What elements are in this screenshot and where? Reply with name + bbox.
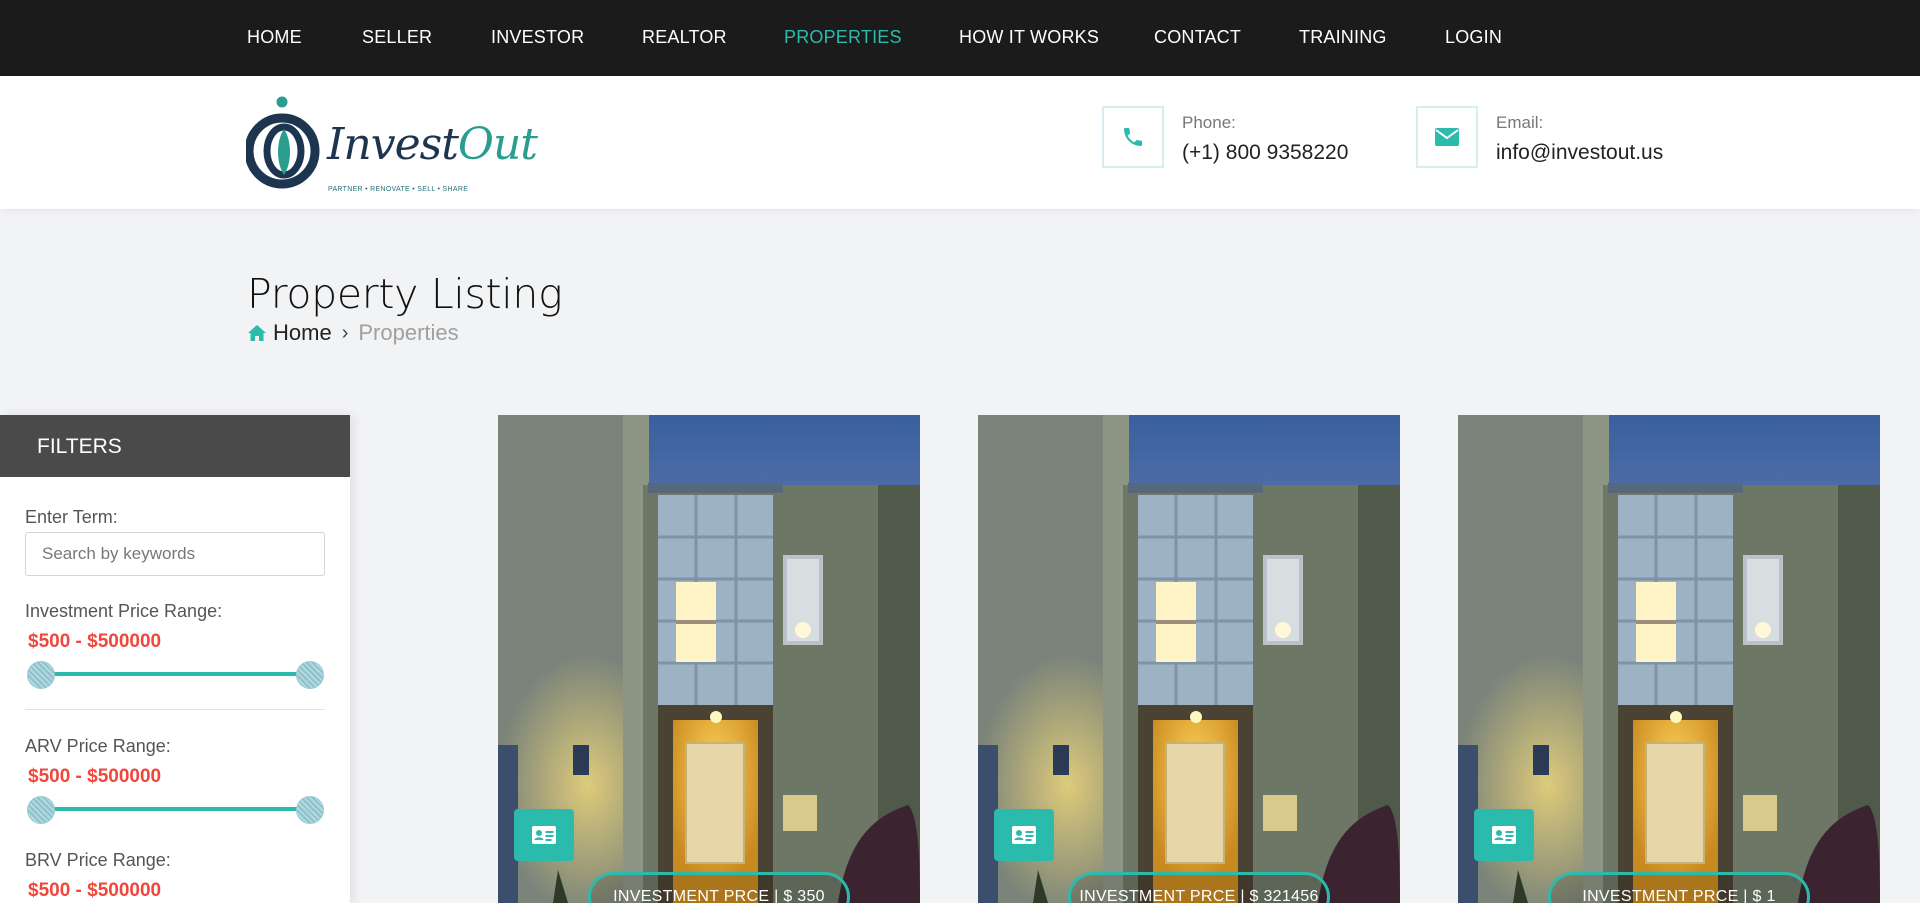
phone-icon [1124,128,1142,146]
investment-price-badge: INVESTMENT PRCE | $ 321456 [1068,872,1330,903]
search-input[interactable] [25,532,325,576]
site-header: InvestOut PARTNER • RENOVATE • SELL • SH… [0,76,1920,209]
property-card[interactable]: INVESTMENT PRCE | $ 350 [498,415,920,903]
brv-range-value: $500 - $500000 [28,880,162,901]
property-card[interactable]: INVESTMENT PRCE | $ 321456 [978,415,1400,903]
nav-contact[interactable]: CONTACT [1154,27,1241,48]
nav-realtor[interactable]: REALTOR [642,27,727,48]
filters-panel: FILTERS Enter Term: Investment Price Ran… [0,415,350,903]
investment-price-badge: INVESTMENT PRCE | $ 350 [588,872,850,903]
slider-track [41,807,310,811]
arv-range-value: $500 - $500000 [28,766,162,787]
slider-max-handle[interactable] [296,661,324,689]
nav-how-it-works[interactable]: HOW IT WORKS [959,27,1099,48]
slider-max-handle[interactable] [296,796,324,824]
brv-range-label: BRV Price Range: [25,850,171,870]
breadcrumb: Home › Properties [247,320,459,346]
term-label: Enter Term: [25,507,118,527]
slider-track [41,672,310,676]
email-address[interactable]: info@investout.us [1496,141,1663,165]
id-card-icon[interactable] [1474,809,1534,861]
page-title: Property Listing [247,270,563,318]
logo-mark-icon [246,96,320,189]
email-label: Email: [1496,113,1544,132]
breadcrumb-home[interactable]: Home [273,320,332,346]
slider-min-handle[interactable] [27,661,55,689]
nav-investor[interactable]: INVESTOR [491,27,584,48]
logo-tagline: PARTNER • RENOVATE • SELL • SHARE [328,186,469,193]
nav-properties[interactable]: PROPERTIES [784,27,902,48]
logo-wordmark: InvestOut [327,119,538,170]
filter-divider [25,709,325,710]
arv-range-label: ARV Price Range: [25,736,171,756]
investment-range-label: Investment Price Range: [25,601,223,621]
phone-label: Phone: [1182,113,1236,132]
slider-min-handle[interactable] [27,796,55,824]
filters-heading: FILTERS [0,415,350,477]
investout-logo[interactable]: InvestOut PARTNER • RENOVATE • SELL • SH… [246,93,538,193]
breadcrumb-current: Properties [358,320,459,345]
top-navigation: HOME SELLER INVESTOR REALTOR PROPERTIES … [0,0,1920,76]
property-card[interactable]: INVESTMENT PRCE | $ 1 [1458,415,1880,903]
investment-range-slider[interactable] [27,660,324,690]
phone-number[interactable]: (+1) 800 9358220 [1182,141,1348,165]
envelope-icon [1435,128,1459,146]
email-icon-box [1416,106,1478,168]
investment-price-badge: INVESTMENT PRCE | $ 1 [1548,872,1810,903]
id-card-icon[interactable] [514,809,574,861]
nav-login[interactable]: LOGIN [1445,27,1502,48]
nav-seller[interactable]: SELLER [362,27,432,48]
id-card-icon[interactable] [994,809,1054,861]
nav-home[interactable]: HOME [247,27,302,48]
arv-range-slider[interactable] [27,795,324,825]
home-icon[interactable] [247,324,267,342]
nav-training[interactable]: TRAINING [1299,27,1387,48]
chevron-right-icon: › [341,321,349,344]
investment-range-value: $500 - $500000 [28,631,162,652]
phone-icon-box [1102,106,1164,168]
